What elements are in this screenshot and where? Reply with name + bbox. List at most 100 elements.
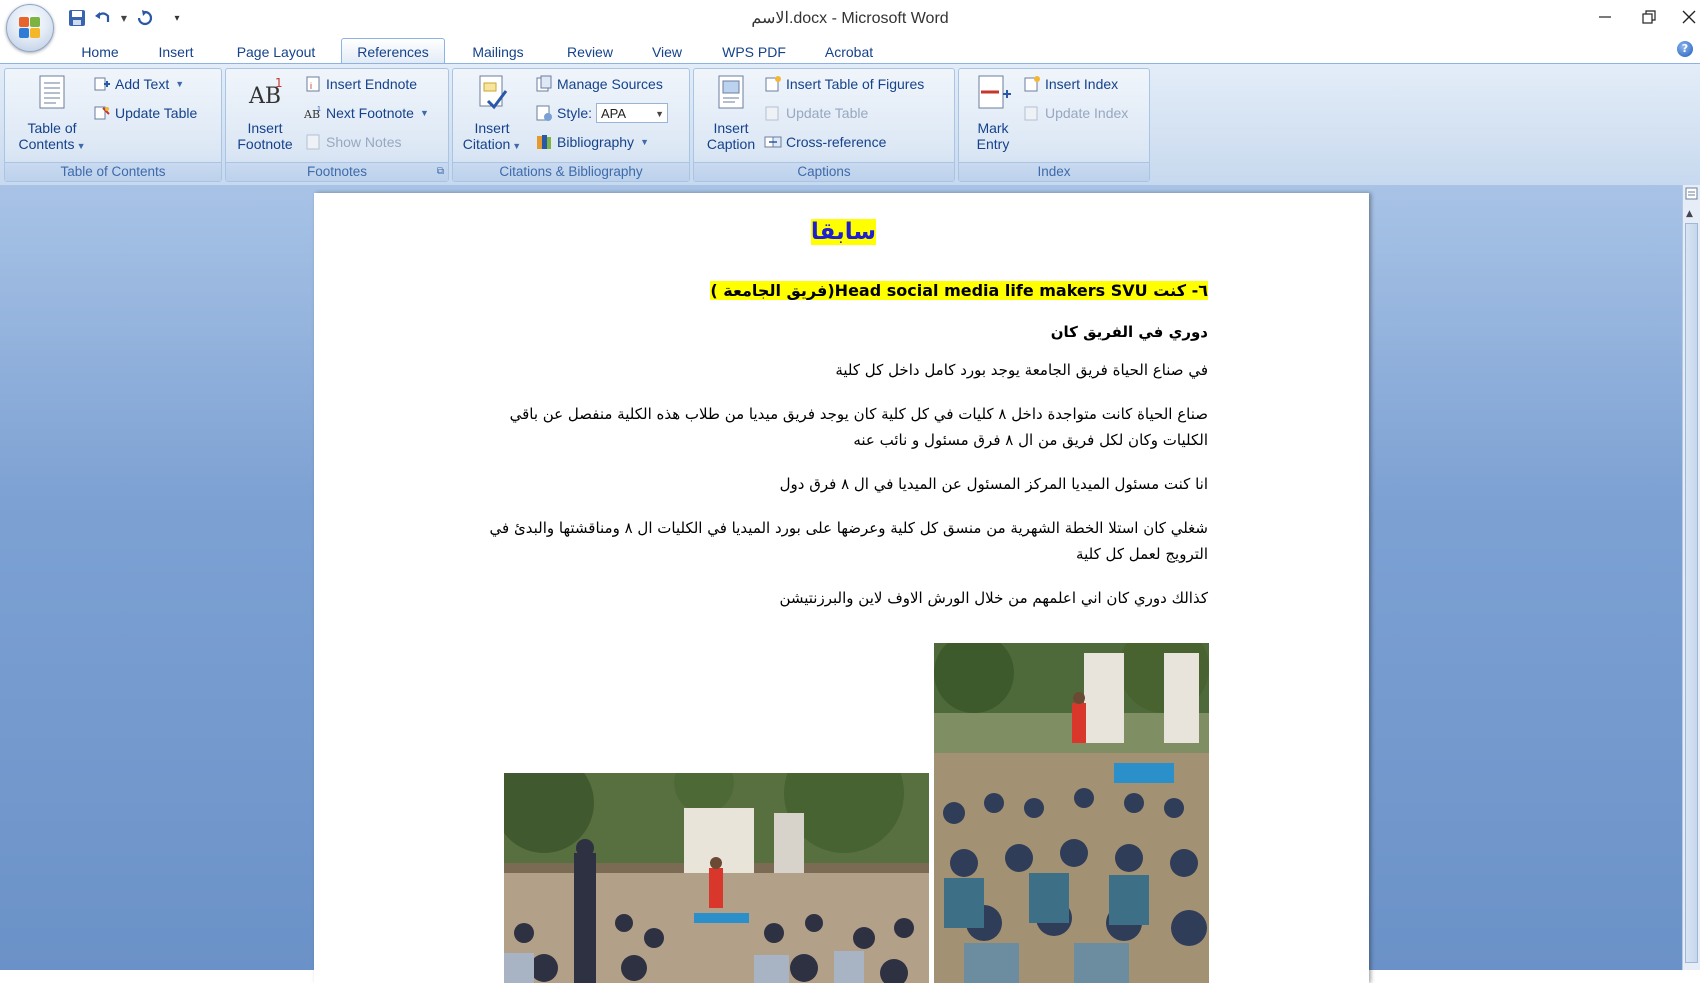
window-title: الاسم.docx - Microsoft Word xyxy=(751,10,949,27)
mark-entry-label-1: Mark xyxy=(977,120,1009,136)
group-label-table-of-contents: Table of Contents xyxy=(5,162,221,181)
paragraph-3: انا كنت مسئول الميديا المركز المسئول عن … xyxy=(779,475,1208,493)
group-label-index: Index xyxy=(959,162,1149,181)
footnotes-label-text: Footnotes xyxy=(306,164,368,179)
cross-reference-label: Cross-reference xyxy=(786,134,887,150)
chevron-down-icon: ▼ xyxy=(76,141,86,151)
scroll-thumb[interactable] xyxy=(1685,223,1698,963)
office-logo-icon xyxy=(19,17,41,39)
insert-footnote-label-1: Insert xyxy=(247,120,283,136)
tab-view[interactable]: View xyxy=(642,40,692,64)
mark-entry-icon xyxy=(978,75,1011,109)
tab-home[interactable]: Home xyxy=(70,40,130,64)
add-text-button[interactable]: Add Text ▼ xyxy=(93,73,184,95)
next-footnote-label: Next Footnote xyxy=(326,105,414,121)
document-workspace: سابقا ٦- كنت Head social media life make… xyxy=(0,185,1682,983)
event-photo-2[interactable] xyxy=(504,773,929,983)
update-table-icon xyxy=(94,106,110,120)
table-of-contents-label-2: Contents xyxy=(18,136,75,152)
bibliography-button[interactable]: Bibliography ▼ xyxy=(535,131,649,153)
role-line: ٦- كنت Head social media life makers SVU… xyxy=(710,281,1208,300)
subheading: دوري في الفريق كان xyxy=(1050,323,1208,341)
insert-table-of-figures-icon xyxy=(765,76,781,92)
insert-citation-label-1: Insert xyxy=(474,120,510,136)
vertical-scrollbar[interactable]: ▲ xyxy=(1682,185,1700,970)
office-button[interactable] xyxy=(6,4,54,52)
table-of-contents-button[interactable]: Table of Contents ▼ xyxy=(9,73,95,154)
group-label-footnotes: Footnotes ⧉ xyxy=(226,162,448,181)
cross-reference-icon xyxy=(764,136,782,148)
svg-text:1: 1 xyxy=(317,106,321,113)
insert-index-button[interactable]: Insert Index xyxy=(1023,73,1118,95)
paragraph-4: شغلي كان استلا الخطة الشهرية من منسق كل … xyxy=(489,519,1208,563)
show-notes-button[interactable]: Show Notes xyxy=(304,131,401,153)
mark-entry-button[interactable]: Mark Entry xyxy=(963,73,1023,152)
style-icon xyxy=(536,105,552,121)
update-index-icon xyxy=(1024,106,1038,121)
next-footnote-button[interactable]: AB 1 Next Footnote ▼ xyxy=(304,102,429,124)
dialog-launcher-icon[interactable]: ⧉ xyxy=(437,163,444,181)
insert-footnote-icon: AB 1 xyxy=(248,76,283,109)
insert-table-of-figures-button[interactable]: Insert Table of Figures xyxy=(764,73,924,95)
insert-footnote-button[interactable]: AB 1 Insert Footnote xyxy=(230,73,300,152)
style-label: Style: xyxy=(557,105,593,121)
ribbon: Table of Contents ▼ Add Text ▼ Update Tabl… xyxy=(0,63,1700,186)
tab-acrobat[interactable]: Acrobat xyxy=(814,40,884,64)
manage-sources-icon xyxy=(536,75,552,92)
role-line-text: ٦- كنت Head social media life makers SVU… xyxy=(710,281,1208,300)
tab-references[interactable]: References xyxy=(341,38,445,66)
show-notes-icon xyxy=(306,134,320,150)
minimize-icon[interactable] xyxy=(1582,0,1628,34)
mark-entry-label-2: Entry xyxy=(976,136,1010,152)
event-photo-1[interactable] xyxy=(934,643,1209,983)
document-heading: سابقا xyxy=(810,219,876,245)
update-table-figures-button[interactable]: Update Table xyxy=(764,102,868,124)
update-table-figures-label: Update Table xyxy=(786,105,869,121)
insert-index-label: Insert Index xyxy=(1045,76,1119,92)
title-bar: ▼ ▾ الاسم.docx - Microsoft Word xyxy=(0,0,1700,36)
show-notes-label: Show Notes xyxy=(326,134,402,150)
insert-endnote-button[interactable]: i Insert Endnote xyxy=(304,73,417,95)
chevron-down-icon: ▼ xyxy=(175,79,185,89)
group-table-of-contents: Table of Contents ▼ Add Text ▼ Update Tabl… xyxy=(4,68,222,182)
manage-sources-button[interactable]: Manage Sources xyxy=(535,73,663,95)
update-index-button[interactable]: Update Index xyxy=(1023,102,1128,124)
update-index-label: Update Index xyxy=(1045,105,1129,121)
svg-text:1: 1 xyxy=(275,76,283,90)
tab-wps-pdf[interactable]: WPS PDF xyxy=(712,40,796,64)
insert-caption-icon xyxy=(718,75,744,109)
insert-citation-button[interactable]: Insert Citation ▼ xyxy=(457,73,527,154)
group-captions: Insert Caption Insert Table of Figures U… xyxy=(693,68,955,182)
bibliography-label: Bibliography xyxy=(557,134,635,150)
cross-reference-button[interactable]: Cross-reference xyxy=(764,131,886,153)
table-of-contents-icon xyxy=(39,75,65,109)
insert-caption-label-2: Caption xyxy=(706,136,756,152)
svg-text:i: i xyxy=(310,81,312,91)
insert-footnote-label-2: Footnote xyxy=(237,136,293,152)
tab-page-layout[interactable]: Page Layout xyxy=(226,40,326,64)
ruler-toggle-icon[interactable] xyxy=(1685,187,1698,200)
insert-citation-label-2: Citation xyxy=(462,136,511,152)
help-icon[interactable]: ? xyxy=(1677,41,1693,57)
paragraph-2: صناع الحياة كانت متواجدة داخل ٨ كليات في… xyxy=(509,405,1208,449)
next-footnote-icon: AB1 xyxy=(304,106,321,121)
close-icon[interactable] xyxy=(1666,0,1700,34)
paragraph-1: في صناع الحياة فريق الجامعة يوجد بورد كا… xyxy=(835,361,1208,379)
update-table-button[interactable]: Update Table xyxy=(93,102,197,124)
document-page[interactable]: سابقا ٦- كنت Head social media life make… xyxy=(314,193,1369,983)
group-label-captions: Captions xyxy=(694,162,954,181)
add-text-icon xyxy=(94,77,110,91)
insert-caption-button[interactable]: Insert Caption xyxy=(698,73,764,152)
chevron-down-icon: ▼ xyxy=(512,141,522,151)
insert-endnote-label: Insert Endnote xyxy=(326,76,418,92)
scroll-up-icon[interactable]: ▲ xyxy=(1686,209,1693,219)
heading-text: سابقا xyxy=(810,219,876,245)
tab-insert[interactable]: Insert xyxy=(144,40,208,64)
bibliography-icon xyxy=(537,135,551,149)
table-of-contents-label-1: Table of xyxy=(27,120,77,136)
tab-mailings[interactable]: Mailings xyxy=(459,40,537,64)
style-dropdown[interactable]: APA ▼ xyxy=(596,103,669,123)
tab-review[interactable]: Review xyxy=(556,40,624,64)
group-footnotes: AB 1 Insert Footnote i Insert Endnote AB… xyxy=(225,68,449,182)
group-label-citations: Citations & Bibliography xyxy=(453,162,689,181)
